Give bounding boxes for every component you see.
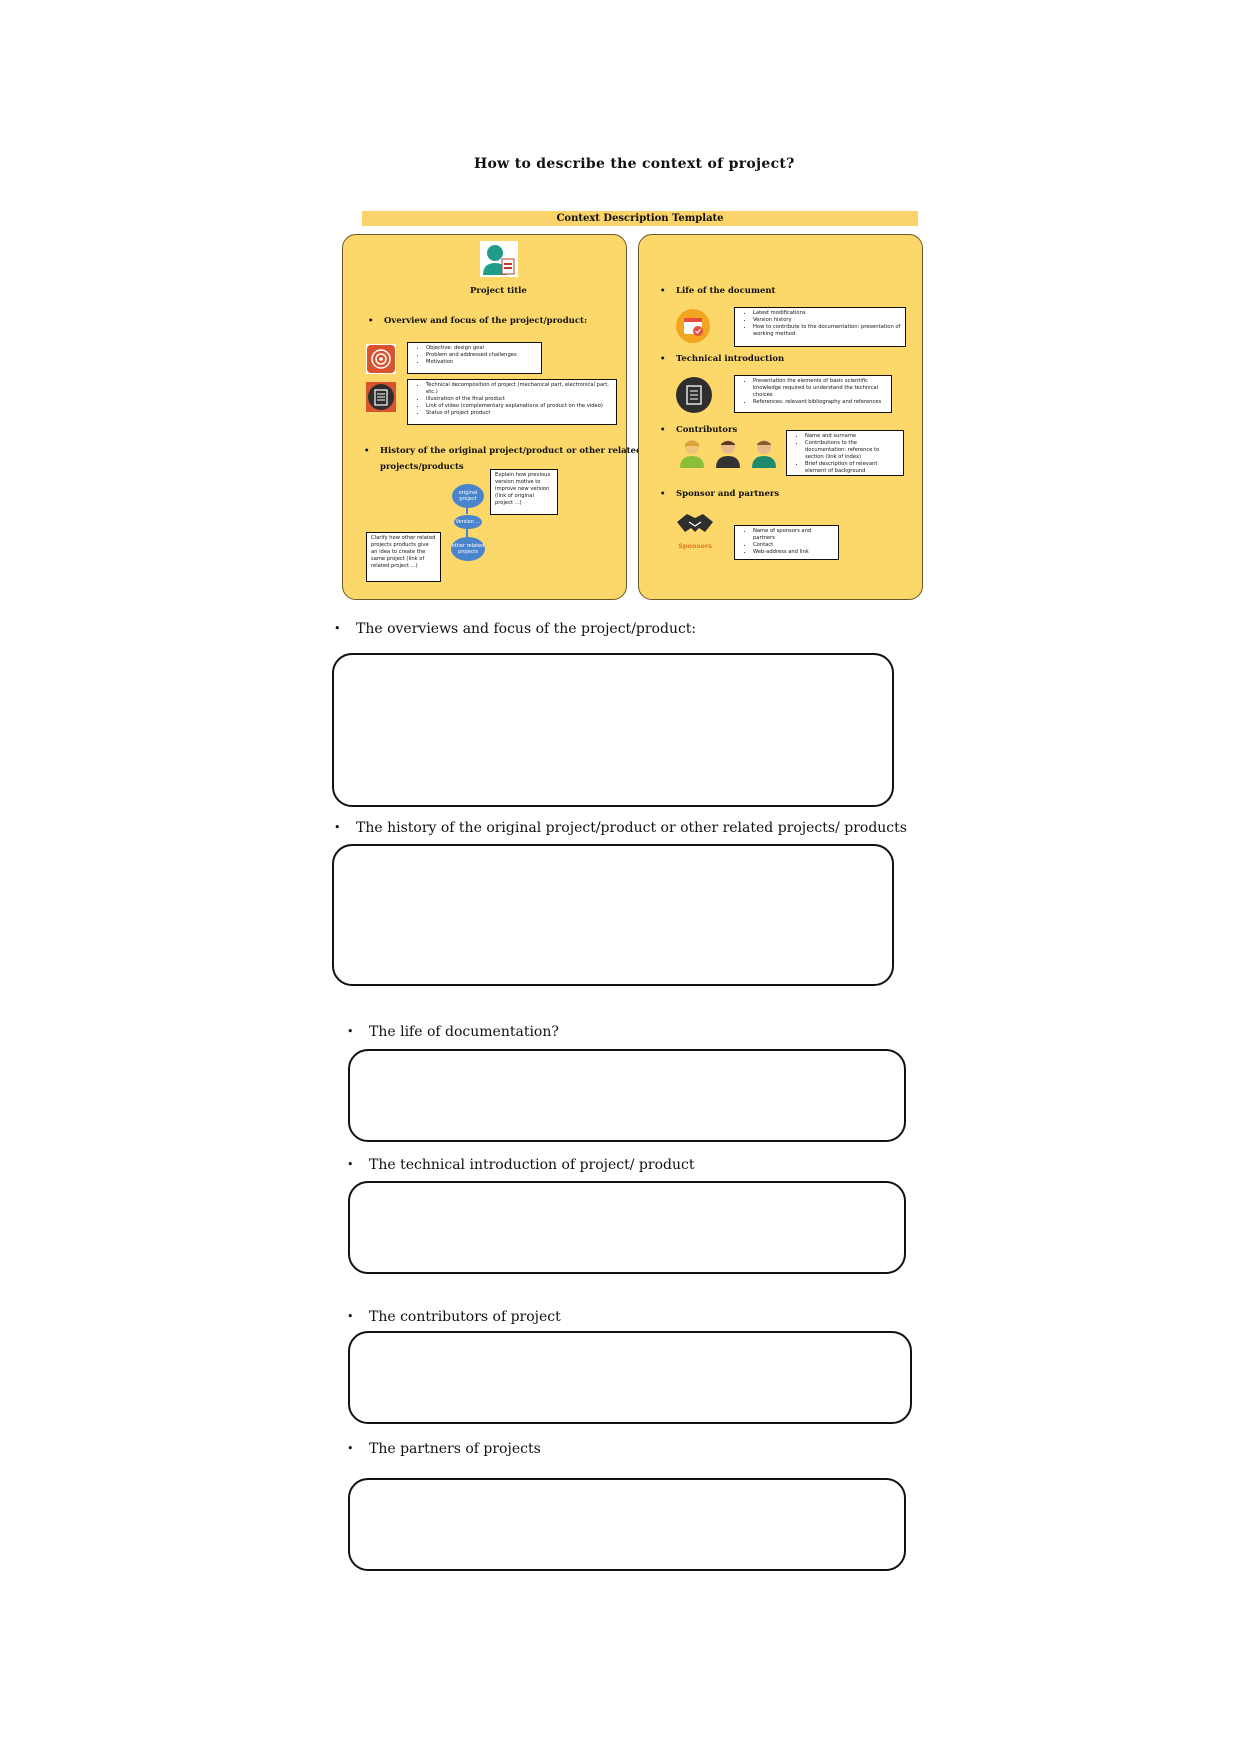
section-partners-label: The partners of projects (347, 1441, 541, 1457)
project-title-label: Project title (470, 286, 527, 296)
tech-note: Presentation the elements of basic scien… (734, 375, 892, 413)
sponsor-note: Name of sponsors and partners Contact We… (734, 525, 839, 560)
sponsor-heading: Sponsor and partners (660, 489, 779, 499)
ellipse-version: Version ... (454, 515, 482, 529)
tech-heading: Technical introduction (660, 354, 784, 364)
person-doc-icon (480, 241, 518, 277)
target-icon (366, 344, 396, 374)
clarify-note: Clarify how other related projects produ… (366, 532, 441, 582)
overview-note-2: Technical decomposition of project (mech… (407, 379, 617, 425)
person-icon (678, 438, 706, 468)
page-title: How to describe the context of project? (474, 156, 795, 172)
section-history-label: The history of the original project/prod… (334, 820, 907, 836)
section-overview-label: The overviews and focus of the project/p… (334, 621, 696, 637)
sponsor-logo-text: Sponsors (678, 542, 712, 550)
overview-heading: Overview and focus of the project/produc… (368, 316, 587, 326)
clipboard-icon (366, 382, 396, 412)
clipboard-dark-icon (675, 376, 713, 414)
ellipse-other-projects: other related projects (451, 537, 485, 561)
template-banner: Context Description Template (362, 211, 918, 226)
person-icon (750, 438, 778, 468)
contributors-heading: Contributors (660, 425, 737, 435)
connector (466, 508, 468, 514)
contributors-note: Name and surname Contributions to the do… (786, 430, 904, 476)
ellipse-original-project: original project (452, 484, 484, 508)
contributors-answer-box[interactable] (348, 1331, 912, 1424)
section-contributors-label: The contributors of project (347, 1309, 561, 1325)
life-answer-box[interactable] (348, 1049, 906, 1142)
life-note: Latest modifications Version history How… (734, 307, 906, 347)
section-life-label: The life of documentation? (347, 1024, 559, 1040)
history-note: Explain how previous version motive to i… (490, 469, 558, 515)
life-heading: Life of the document (660, 286, 776, 296)
history-answer-box[interactable] (332, 844, 894, 986)
overview-note-1: Objective: design goal Problem and addre… (407, 342, 542, 374)
connector (466, 529, 468, 537)
person-icon (714, 438, 742, 468)
partners-answer-box[interactable] (348, 1478, 906, 1571)
overview-answer-box[interactable] (332, 653, 894, 807)
section-tech-label: The technical introduction of project/ p… (347, 1157, 695, 1173)
tech-answer-box[interactable] (348, 1181, 906, 1274)
calendar-icon (675, 308, 711, 344)
handshake-icon: Sponsors (675, 510, 715, 550)
